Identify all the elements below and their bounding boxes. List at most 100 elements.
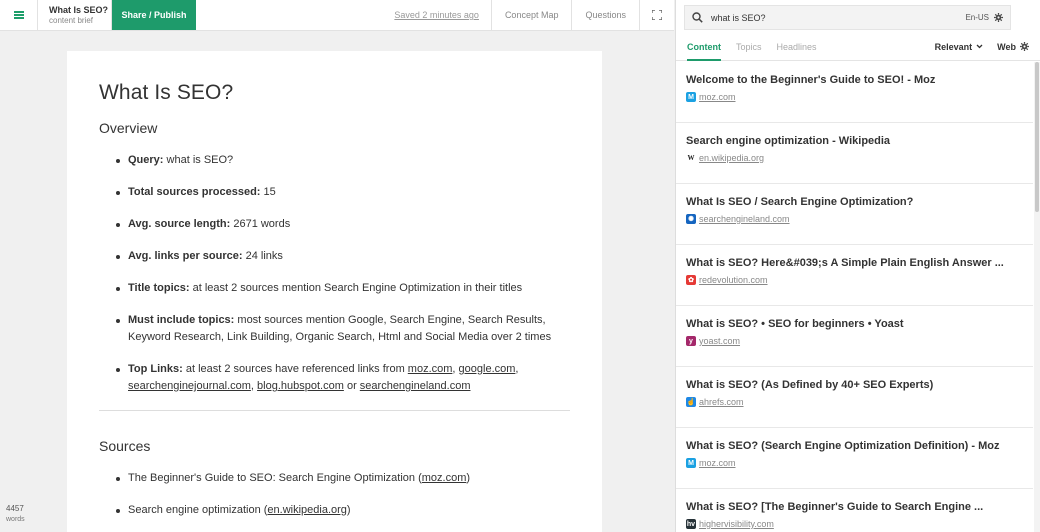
- item-text: what is SEO?: [163, 154, 234, 166]
- search-bar: En-US: [684, 5, 1011, 30]
- overview-heading: Overview: [99, 120, 158, 136]
- result-title[interactable]: What Is SEO / Search Engine Optimization…: [686, 195, 1033, 209]
- searchengineland-favicon-icon: ✺: [686, 214, 696, 224]
- source-link[interactable]: en.wikipedia.org: [267, 504, 347, 516]
- scrollbar[interactable]: [1034, 62, 1040, 532]
- item-label: Avg. source length:: [128, 218, 231, 230]
- result-domain[interactable]: searchengineland.com: [699, 214, 790, 224]
- item-text: 2671 words: [230, 218, 291, 230]
- result-item[interactable]: What is SEO? • SEO for beginners • Yoast…: [676, 306, 1033, 367]
- link-searchengineland[interactable]: searchengineland.com: [360, 380, 471, 392]
- result-item[interactable]: What is SEO? Here&#039;s A Simple Plain …: [676, 245, 1033, 306]
- search-icon: [692, 12, 703, 23]
- document-title: What Is SEO?: [49, 5, 109, 15]
- yoast-favicon-icon: y: [686, 336, 696, 346]
- result-title[interactable]: What is SEO? • SEO for beginners • Yoast: [686, 317, 1033, 331]
- result-domain-row: hv highervisibility.com: [686, 519, 1033, 529]
- result-title[interactable]: Welcome to the Beginner's Guide to SEO! …: [686, 73, 1033, 87]
- result-item[interactable]: What is SEO? (As Defined by 40+ SEO Expe…: [676, 367, 1033, 428]
- moz-favicon-icon: M: [686, 92, 696, 102]
- concept-map-button[interactable]: Concept Map: [492, 0, 573, 30]
- redevolution-favicon-icon: ✿: [686, 275, 696, 285]
- result-domain-row: ☝ ahrefs.com: [686, 397, 1033, 407]
- results-list: Welcome to the Beginner's Guide to SEO! …: [676, 62, 1033, 532]
- menu-button[interactable]: [0, 0, 38, 30]
- share-publish-button[interactable]: Share / Publish: [112, 0, 196, 30]
- item-label: Must include topics:: [128, 314, 235, 326]
- wikipedia-favicon-icon: W: [686, 153, 696, 163]
- result-title[interactable]: Search engine optimization - Wikipedia: [686, 134, 1033, 148]
- divider: [99, 410, 570, 411]
- link-hubspot[interactable]: blog.hubspot.com: [257, 380, 344, 392]
- word-count-label: words: [6, 516, 25, 523]
- link-searchenginejournal[interactable]: searchenginejournal.com: [128, 380, 251, 392]
- tab-topics[interactable]: Topics: [736, 33, 762, 61]
- result-domain[interactable]: redevolution.com: [699, 275, 768, 285]
- document-title-block: What Is SEO? content brief: [38, 0, 112, 30]
- sort-dropdown[interactable]: Relevant: [935, 42, 984, 52]
- result-domain[interactable]: moz.com: [699, 92, 736, 102]
- item-text: at least 2 sources have referenced links…: [182, 363, 408, 375]
- item-label: Title topics:: [128, 282, 190, 294]
- result-title[interactable]: What is SEO? [The Beginner's Guide to Se…: [686, 500, 1033, 514]
- word-count: 4457 words: [6, 503, 25, 525]
- result-item[interactable]: Welcome to the Beginner's Guide to SEO! …: [676, 62, 1033, 123]
- result-domain[interactable]: highervisibility.com: [699, 519, 774, 529]
- gear-icon: [1020, 42, 1029, 51]
- result-title[interactable]: What is SEO? Here&#039;s A Simple Plain …: [686, 256, 1033, 270]
- tab-headlines[interactable]: Headlines: [777, 33, 817, 61]
- item-label: Avg. links per source:: [128, 250, 243, 262]
- item-text: 15: [260, 186, 276, 198]
- result-title[interactable]: What is SEO? (Search Engine Optimization…: [686, 439, 1033, 453]
- source-item: The Beginner's Guide to SEO: Search Engi…: [116, 470, 570, 487]
- overview-list: Query: what is SEO? Total sources proces…: [99, 152, 570, 395]
- ahrefs-favicon-icon: ☝: [686, 397, 696, 407]
- result-domain[interactable]: yoast.com: [699, 336, 740, 346]
- result-title[interactable]: What is SEO? (As Defined by 40+ SEO Expe…: [686, 378, 1033, 392]
- item-text: 24 links: [242, 250, 283, 262]
- source-dropdown[interactable]: Web: [997, 42, 1029, 52]
- result-domain-row: Mmoz.com: [686, 92, 1033, 102]
- scrollbar-thumb[interactable]: [1035, 62, 1039, 212]
- list-item: Total sources processed: 15: [116, 184, 570, 201]
- result-domain[interactable]: moz.com: [699, 458, 736, 468]
- highervisibility-favicon-icon: hv: [686, 519, 696, 529]
- moz-favicon-icon: M: [686, 458, 696, 468]
- item-label: Query:: [128, 154, 164, 166]
- link-moz[interactable]: moz.com: [408, 363, 453, 375]
- result-domain-row: Mmoz.com: [686, 458, 1033, 468]
- link-google[interactable]: google.com: [459, 363, 516, 375]
- result-item[interactable]: What is SEO? [The Beginner's Guide to Se…: [676, 489, 1033, 532]
- word-count-value: 4457: [6, 504, 24, 513]
- document-editor[interactable]: What Is SEO? Overview Query: what is SEO…: [67, 51, 602, 532]
- result-domain[interactable]: ahrefs.com: [699, 397, 744, 407]
- document-subtitle: content brief: [49, 16, 94, 25]
- list-item: Query: what is SEO?: [116, 152, 570, 169]
- result-item[interactable]: Search engine optimization - Wikipedia We…: [676, 123, 1033, 184]
- item-text: at least 2 sources mention Search Engine…: [189, 282, 523, 294]
- source-item: Search engine optimization (en.wikipedia…: [116, 502, 570, 519]
- result-domain-row: ✿ redevolution.com: [686, 275, 1033, 285]
- sources-list: The Beginner's Guide to SEO: Search Engi…: [99, 470, 570, 519]
- fullscreen-button[interactable]: [640, 0, 674, 30]
- hamburger-icon: [13, 11, 24, 19]
- tab-content[interactable]: Content: [687, 33, 721, 61]
- result-domain-row: y yoast.com: [686, 336, 1033, 346]
- questions-button[interactable]: Questions: [572, 0, 640, 30]
- result-domain-row: ✺ searchengineland.com: [686, 214, 1033, 224]
- item-label: Top Links:: [128, 363, 183, 375]
- result-domain-row: Wen.wikipedia.org: [686, 153, 1033, 163]
- gear-icon[interactable]: [994, 13, 1003, 22]
- page-title: What Is SEO?: [99, 81, 234, 104]
- source-link[interactable]: moz.com: [422, 472, 467, 484]
- fullscreen-icon: [652, 10, 662, 20]
- saved-status[interactable]: Saved 2 minutes ago: [394, 0, 492, 30]
- result-item[interactable]: What is SEO? (Search Engine Optimization…: [676, 428, 1033, 489]
- result-domain[interactable]: en.wikipedia.org: [699, 153, 764, 163]
- chevron-down-icon: [976, 44, 983, 49]
- search-input[interactable]: [711, 12, 966, 23]
- list-item: Avg. source length: 2671 words: [116, 216, 570, 233]
- result-item[interactable]: What Is SEO / Search Engine Optimization…: [676, 184, 1033, 245]
- locale-selector[interactable]: En-US: [965, 13, 1003, 22]
- list-item: Avg. links per source: 24 links: [116, 248, 570, 265]
